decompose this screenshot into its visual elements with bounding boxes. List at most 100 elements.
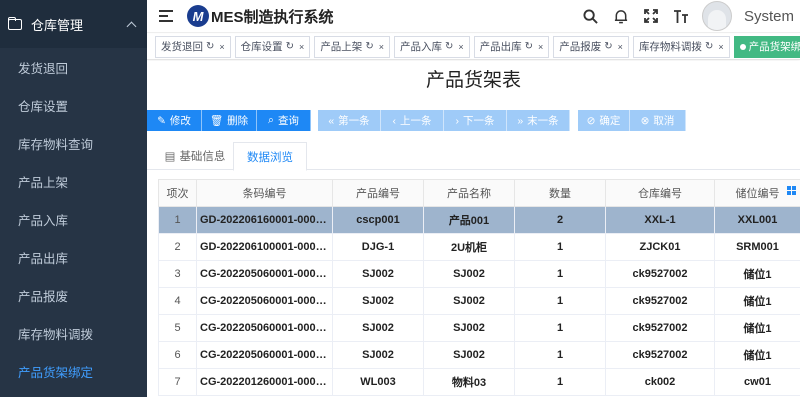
- sidebar-item-shelf-binding[interactable]: 产品货架绑定: [0, 352, 147, 390]
- app-logo: M: [187, 5, 209, 27]
- table-cell: cw01: [714, 368, 800, 396]
- tag-shelf-binding[interactable]: 产品货架绑定↻: [733, 35, 800, 58]
- refresh-icon[interactable]: ↻: [705, 41, 713, 52]
- table-cell: CG-202201260001-00012-...: [196, 368, 333, 396]
- tag-shipment-return[interactable]: 发货退回 ↻ ×: [155, 35, 231, 58]
- last-record-button[interactable]: » 末一条: [507, 110, 570, 131]
- query-button[interactable]: ⌕ 查询: [257, 110, 311, 131]
- table-cell: ck9527002: [605, 314, 715, 342]
- sidebar-item-inventory-transfer[interactable]: 库存物料调拨: [0, 314, 147, 352]
- column-header[interactable]: 产品编号: [332, 179, 424, 207]
- table-row[interactable]: 3 CG-202205060001-00004-... SJ002 SJ002 …: [158, 260, 800, 288]
- hamburger-icon[interactable]: [159, 10, 173, 22]
- tab-basic-info[interactable]: ▤ 基础信息: [155, 142, 235, 170]
- table-cell: 储位1: [714, 341, 800, 369]
- tab-data-browse[interactable]: 数据浏览: [233, 142, 307, 171]
- search-icon[interactable]: [582, 7, 600, 25]
- cancel-circle-icon: ⊗: [640, 114, 650, 127]
- table-row[interactable]: 6 CG-202205060001-00002-... SJ002 SJ002 …: [158, 341, 800, 369]
- cancel-button[interactable]: ⊗ 取消: [630, 110, 686, 131]
- table-cell: SJ002: [423, 341, 515, 369]
- fullscreen-icon[interactable]: [642, 7, 660, 25]
- sidebar-item-product-outbound[interactable]: 产品出库: [0, 238, 147, 276]
- column-header[interactable]: 项次: [158, 179, 197, 207]
- search-icon: ⌕: [268, 114, 274, 126]
- table-cell: SJ002: [423, 287, 515, 315]
- prev-record-button[interactable]: ‹ 上一条: [381, 110, 444, 131]
- sidebar-item-inventory-query[interactable]: 库存物料查询: [0, 124, 147, 162]
- table-cell: SJ002: [332, 287, 424, 315]
- bell-icon[interactable]: [612, 7, 630, 25]
- table-cell: CG-202205060001-00003-...: [196, 314, 333, 342]
- table-cell: CG-202205060001-00004-...: [196, 260, 333, 288]
- table-cell: 1: [158, 206, 197, 234]
- close-icon[interactable]: ×: [219, 42, 224, 52]
- app-title: MES制造执行系统: [211, 8, 334, 26]
- chevron-right-icon: ›: [455, 114, 460, 127]
- font-size-icon[interactable]: [672, 7, 690, 25]
- delete-button[interactable]: 🗑 删除: [202, 110, 257, 131]
- table-cell: 3: [158, 260, 197, 288]
- close-icon[interactable]: ×: [538, 42, 543, 52]
- edit-button[interactable]: ✎ 修改: [147, 110, 202, 131]
- tag-inventory-transfer[interactable]: 库存物料调拨 ↻ ×: [632, 35, 730, 58]
- sidebar-item-product-inbound[interactable]: 产品入库: [0, 200, 147, 238]
- tag-product-inbound[interactable]: 产品入库 ↻ ×: [393, 35, 470, 58]
- table-cell: 物料03: [423, 368, 515, 396]
- table-cell: 1: [514, 233, 606, 261]
- tag-product-shelving[interactable]: 产品上架 ↻ ×: [314, 35, 390, 58]
- table-row[interactable]: 1 GD-202206160001-00001c cscp001 产品001 2…: [158, 206, 800, 234]
- table-cell: 1: [514, 341, 606, 369]
- column-header[interactable]: 数量: [514, 179, 606, 207]
- table-row[interactable]: 4 CG-202205060001-00001-... SJ002 SJ002 …: [158, 287, 800, 315]
- avatar[interactable]: [701, 1, 732, 31]
- close-icon[interactable]: ×: [718, 42, 723, 52]
- toolbar: ✎ 修改 🗑 删除 ⌕ 查询 «第一条 ‹ 上一条 › 下一条 » 末一条 ⊘ 确定 ⊗ 取消: [147, 110, 686, 131]
- refresh-icon[interactable]: ↻: [206, 41, 214, 52]
- table-cell: SRM001: [714, 233, 800, 261]
- refresh-icon[interactable]: ↻: [604, 41, 612, 52]
- sidebar-item-product-shelving[interactable]: 产品上架: [0, 162, 147, 200]
- table-cell: 2: [158, 233, 197, 261]
- sidebar-item-product-scrap[interactable]: 产品报废: [0, 276, 147, 314]
- table-row[interactable]: 5 CG-202205060001-00003-... SJ002 SJ002 …: [158, 314, 800, 342]
- close-icon[interactable]: ×: [299, 42, 304, 52]
- first-record-button[interactable]: «第一条: [318, 110, 381, 131]
- chevron-up-icon: [126, 21, 137, 31]
- top-navbar: M MES制造执行系统 System: [147, 0, 800, 33]
- username[interactable]: System: [744, 8, 794, 25]
- table-cell: CG-202205060001-00002-...: [196, 341, 333, 369]
- table-row[interactable]: 2 GD-202206100001-00002... DJG-1 2U机柜 1 …: [158, 233, 800, 261]
- column-header[interactable]: 产品名称: [423, 179, 515, 207]
- table-cell: SJ002: [332, 314, 424, 342]
- double-right-icon: »: [517, 114, 524, 127]
- tag-product-outbound[interactable]: 产品出库 ↻ ×: [473, 35, 550, 58]
- confirm-button[interactable]: ⊘ 确定: [578, 110, 630, 131]
- sidebar-group-label: 仓库管理: [31, 17, 84, 33]
- check-circle-icon: ⊘: [586, 114, 596, 127]
- sidebar-group-warehouse[interactable]: 仓库管理: [0, 0, 147, 48]
- table-row[interactable]: 7 CG-202201260001-00012-... WL003 物料03 1…: [158, 368, 800, 396]
- double-left-icon: «: [328, 114, 335, 127]
- table-cell: 1: [514, 287, 606, 315]
- tag-warehouse-settings[interactable]: 仓库设置 ↻ ×: [234, 35, 311, 58]
- table-cell: GD-202206160001-00001c: [196, 206, 333, 234]
- refresh-icon[interactable]: ↻: [525, 41, 533, 52]
- tag-product-scrap[interactable]: 产品报废 ↻ ×: [553, 35, 629, 58]
- refresh-icon[interactable]: ↻: [286, 41, 294, 52]
- column-settings-icon[interactable]: [787, 186, 796, 195]
- sidebar-item-warehouse-settings[interactable]: 仓库设置: [0, 86, 147, 124]
- close-icon[interactable]: ×: [379, 42, 384, 52]
- sidebar-item-shipment-return[interactable]: 发货退回: [0, 48, 147, 86]
- sidebar: 仓库管理 发货退回 仓库设置 库存物料查询 产品上架 产品入库 产品出库 产品报…: [0, 0, 147, 397]
- table-cell: 6: [158, 341, 197, 369]
- refresh-icon[interactable]: ↻: [365, 41, 373, 52]
- column-header[interactable]: 条码编号: [196, 179, 333, 207]
- next-record-button[interactable]: › 下一条: [444, 110, 507, 131]
- column-header[interactable]: 仓库编号: [605, 179, 715, 207]
- folder-icon: [8, 16, 22, 30]
- close-icon[interactable]: ×: [458, 42, 463, 52]
- table-cell: 2: [514, 206, 606, 234]
- close-icon[interactable]: ×: [618, 42, 623, 52]
- refresh-icon[interactable]: ↻: [445, 41, 453, 52]
